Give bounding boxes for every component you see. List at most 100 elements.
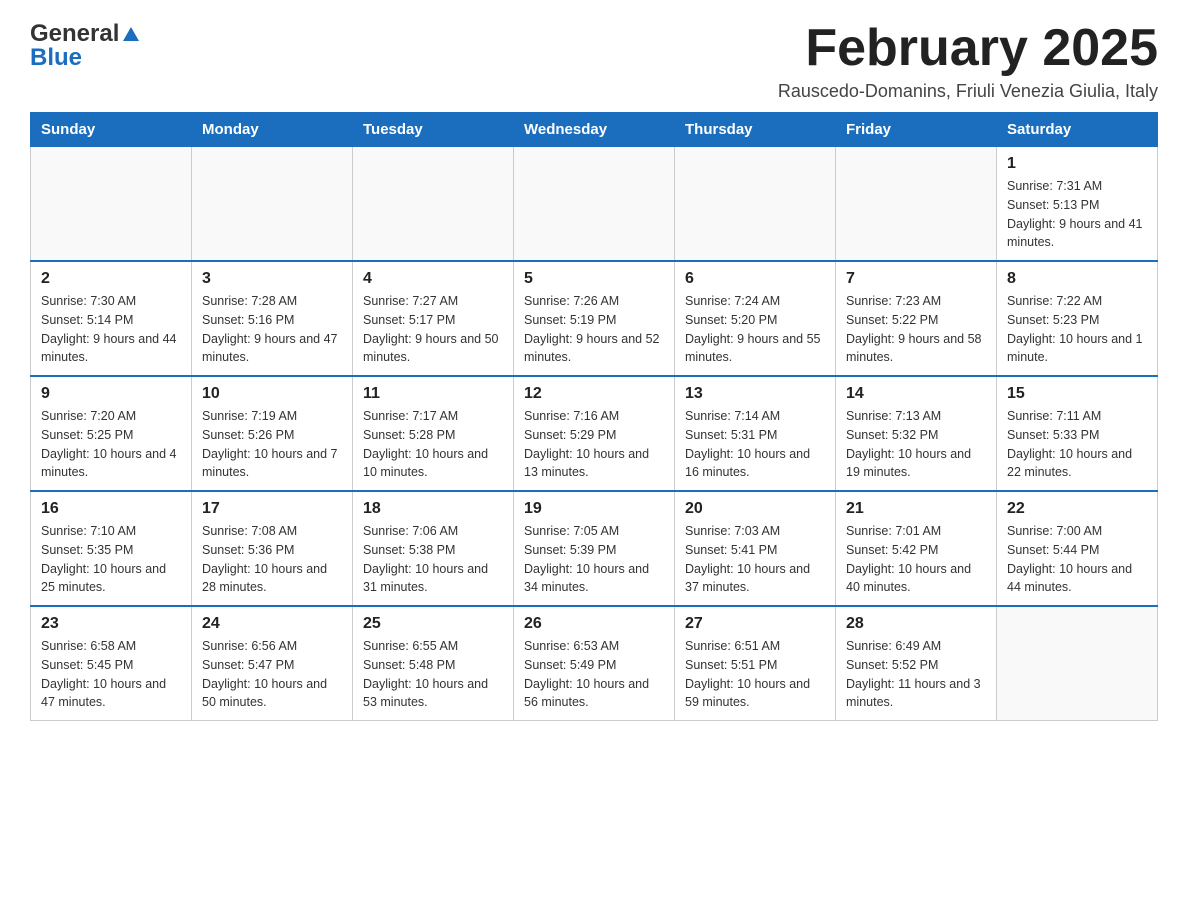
- table-row: 14Sunrise: 7:13 AM Sunset: 5:32 PM Dayli…: [836, 376, 997, 491]
- day-info: Sunrise: 7:06 AM Sunset: 5:38 PM Dayligh…: [363, 522, 503, 597]
- day-info: Sunrise: 7:26 AM Sunset: 5:19 PM Dayligh…: [524, 292, 664, 367]
- table-row: 21Sunrise: 7:01 AM Sunset: 5:42 PM Dayli…: [836, 491, 997, 606]
- day-info: Sunrise: 7:27 AM Sunset: 5:17 PM Dayligh…: [363, 292, 503, 367]
- table-row: 24Sunrise: 6:56 AM Sunset: 5:47 PM Dayli…: [192, 606, 353, 721]
- table-row: 12Sunrise: 7:16 AM Sunset: 5:29 PM Dayli…: [514, 376, 675, 491]
- table-row: [675, 147, 836, 262]
- logo-triangle-icon: [121, 25, 141, 45]
- table-row: 5 Sunrise: 7:26 AM Sunset: 5:19 PM Daylig…: [514, 261, 675, 376]
- weekday-header-row: Sunday Monday Tuesday Wednesday Thursday…: [31, 113, 1158, 147]
- table-row: 23 Sunrise: 6:58 AM Sunset: 5:45 PM Dayli…: [31, 606, 192, 721]
- day-number: 23: [41, 615, 181, 633]
- day-info: Sunrise: 6:55 AM Sunset: 5:48 PM Dayligh…: [363, 637, 503, 712]
- day-number: 18: [363, 500, 503, 518]
- table-row: 20 Sunrise: 7:03 AM Sunset: 5:41 PM Dayli…: [675, 491, 836, 606]
- day-number: 8: [1007, 270, 1147, 288]
- day-number: 3: [202, 270, 342, 288]
- table-row: 4 Sunrise: 7:27 AM Sunset: 5:17 PM Daylig…: [353, 261, 514, 376]
- table-row: 6Sunrise: 7:24 AM Sunset: 5:20 PM Daylig…: [675, 261, 836, 376]
- header-sunday: Sunday: [31, 113, 192, 147]
- table-row: 18 Sunrise: 7:06 AM Sunset: 5:38 PM Dayli…: [353, 491, 514, 606]
- day-number: 1: [1007, 155, 1147, 173]
- calendar-week-row: 2 Sunrise: 7:30 AM Sunset: 5:14 PM Daylig…: [31, 261, 1158, 376]
- day-number: 24: [202, 615, 342, 633]
- table-row: 25 Sunrise: 6:55 AM Sunset: 5:48 PM Dayli…: [353, 606, 514, 721]
- header-thursday: Thursday: [675, 113, 836, 147]
- table-row: [836, 147, 997, 262]
- table-row: 7 Sunrise: 7:23 AM Sunset: 5:22 PM Daylig…: [836, 261, 997, 376]
- table-row: 16 Sunrise: 7:10 AM Sunset: 5:35 PM Dayli…: [31, 491, 192, 606]
- location-subtitle: Rauscedo-Domanins, Friuli Venezia Giulia…: [778, 81, 1158, 102]
- month-title: February 2025: [778, 20, 1158, 77]
- table-row: 15Sunrise: 7:11 AM Sunset: 5:33 PM Dayli…: [997, 376, 1158, 491]
- day-info: Sunrise: 6:51 AM Sunset: 5:51 PM Dayligh…: [685, 637, 825, 712]
- logo-blue-text: Blue: [30, 44, 82, 72]
- day-number: 16: [41, 500, 181, 518]
- day-number: 21: [846, 500, 986, 518]
- day-number: 25: [363, 615, 503, 633]
- header-tuesday: Tuesday: [353, 113, 514, 147]
- table-row: 8 Sunrise: 7:22 AM Sunset: 5:23 PM Daylig…: [997, 261, 1158, 376]
- day-number: 5: [524, 270, 664, 288]
- day-info: Sunrise: 7:08 AM Sunset: 5:36 PM Dayligh…: [202, 522, 342, 597]
- title-area: February 2025 Rauscedo-Domanins, Friuli …: [778, 20, 1158, 102]
- table-row: [353, 147, 514, 262]
- day-info: Sunrise: 7:03 AM Sunset: 5:41 PM Dayligh…: [685, 522, 825, 597]
- day-info: Sunrise: 7:14 AM Sunset: 5:31 PM Dayligh…: [685, 407, 825, 482]
- day-info: Sunrise: 7:31 AM Sunset: 5:13 PM Dayligh…: [1007, 177, 1147, 252]
- calendar-week-row: 1 Sunrise: 7:31 AM Sunset: 5:13 PM Daylig…: [31, 147, 1158, 262]
- day-info: Sunrise: 7:17 AM Sunset: 5:28 PM Dayligh…: [363, 407, 503, 482]
- day-number: 2: [41, 270, 181, 288]
- day-number: 17: [202, 500, 342, 518]
- table-row: 17 Sunrise: 7:08 AM Sunset: 5:36 PM Dayli…: [192, 491, 353, 606]
- day-info: Sunrise: 7:00 AM Sunset: 5:44 PM Dayligh…: [1007, 522, 1147, 597]
- table-row: 28Sunrise: 6:49 AM Sunset: 5:52 PM Dayli…: [836, 606, 997, 721]
- table-row: 27 Sunrise: 6:51 AM Sunset: 5:51 PM Dayli…: [675, 606, 836, 721]
- day-number: 10: [202, 385, 342, 403]
- day-info: Sunrise: 7:19 AM Sunset: 5:26 PM Dayligh…: [202, 407, 342, 482]
- table-row: 3 Sunrise: 7:28 AM Sunset: 5:16 PM Daylig…: [192, 261, 353, 376]
- header-saturday: Saturday: [997, 113, 1158, 147]
- day-info: Sunrise: 7:11 AM Sunset: 5:33 PM Dayligh…: [1007, 407, 1147, 482]
- table-row: 1 Sunrise: 7:31 AM Sunset: 5:13 PM Daylig…: [997, 147, 1158, 262]
- day-number: 4: [363, 270, 503, 288]
- page-header: General Blue February 2025 Rauscedo-Doma…: [30, 20, 1158, 102]
- day-info: Sunrise: 7:20 AM Sunset: 5:25 PM Dayligh…: [41, 407, 181, 482]
- day-info: Sunrise: 6:58 AM Sunset: 5:45 PM Dayligh…: [41, 637, 181, 712]
- header-monday: Monday: [192, 113, 353, 147]
- header-friday: Friday: [836, 113, 997, 147]
- day-number: 22: [1007, 500, 1147, 518]
- table-row: 11 Sunrise: 7:17 AM Sunset: 5:28 PM Dayli…: [353, 376, 514, 491]
- calendar-week-row: 23 Sunrise: 6:58 AM Sunset: 5:45 PM Dayli…: [31, 606, 1158, 721]
- day-number: 13: [685, 385, 825, 403]
- day-number: 28: [846, 615, 986, 633]
- day-number: 11: [363, 385, 503, 403]
- day-number: 27: [685, 615, 825, 633]
- table-row: 9 Sunrise: 7:20 AM Sunset: 5:25 PM Daylig…: [31, 376, 192, 491]
- day-number: 6: [685, 270, 825, 288]
- day-number: 7: [846, 270, 986, 288]
- day-info: Sunrise: 7:10 AM Sunset: 5:35 PM Dayligh…: [41, 522, 181, 597]
- day-info: Sunrise: 7:16 AM Sunset: 5:29 PM Dayligh…: [524, 407, 664, 482]
- table-row: [514, 147, 675, 262]
- day-number: 20: [685, 500, 825, 518]
- table-row: 22 Sunrise: 7:00 AM Sunset: 5:44 PM Dayli…: [997, 491, 1158, 606]
- day-number: 19: [524, 500, 664, 518]
- day-info: Sunrise: 7:05 AM Sunset: 5:39 PM Dayligh…: [524, 522, 664, 597]
- day-info: Sunrise: 7:30 AM Sunset: 5:14 PM Dayligh…: [41, 292, 181, 367]
- calendar-table: Sunday Monday Tuesday Wednesday Thursday…: [30, 112, 1158, 721]
- table-row: [192, 147, 353, 262]
- day-info: Sunrise: 7:23 AM Sunset: 5:22 PM Dayligh…: [846, 292, 986, 367]
- table-row: [997, 606, 1158, 721]
- day-info: Sunrise: 7:22 AM Sunset: 5:23 PM Dayligh…: [1007, 292, 1147, 367]
- table-row: 10 Sunrise: 7:19 AM Sunset: 5:26 PM Dayli…: [192, 376, 353, 491]
- day-info: Sunrise: 6:53 AM Sunset: 5:49 PM Dayligh…: [524, 637, 664, 712]
- table-row: 19 Sunrise: 7:05 AM Sunset: 5:39 PM Dayli…: [514, 491, 675, 606]
- day-info: Sunrise: 7:28 AM Sunset: 5:16 PM Dayligh…: [202, 292, 342, 367]
- calendar-week-row: 16 Sunrise: 7:10 AM Sunset: 5:35 PM Dayli…: [31, 491, 1158, 606]
- table-row: 13 Sunrise: 7:14 AM Sunset: 5:31 PM Dayli…: [675, 376, 836, 491]
- table-row: 2 Sunrise: 7:30 AM Sunset: 5:14 PM Daylig…: [31, 261, 192, 376]
- day-number: 26: [524, 615, 664, 633]
- day-number: 14: [846, 385, 986, 403]
- day-number: 9: [41, 385, 181, 403]
